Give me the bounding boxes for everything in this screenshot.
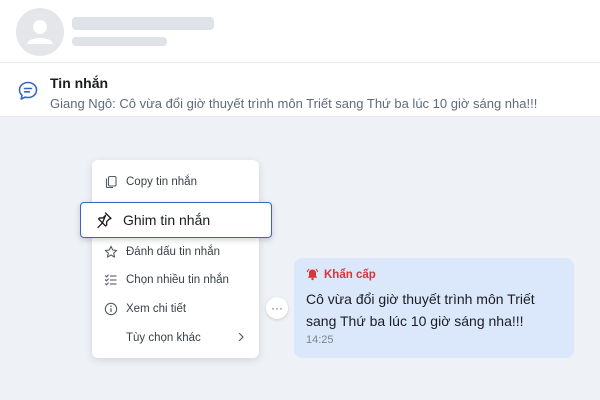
chat-header <box>0 0 600 63</box>
menu-item-select-multiple[interactable]: Chọn nhiều tin nhắn <box>92 268 259 292</box>
message-more-button[interactable]: ··· <box>266 297 288 319</box>
menu-item-more-options[interactable]: Tùy chọn khác <box>92 326 259 350</box>
menu-item-label: Tùy chọn khác <box>126 332 201 344</box>
menu-item-pin[interactable]: Ghim tin nhắn <box>80 202 272 238</box>
copy-icon <box>105 175 117 189</box>
menu-item-mark[interactable]: Đánh dấu tin nhắn <box>92 240 259 264</box>
more-dots-icon: ··· <box>271 301 283 315</box>
pin-icon <box>97 212 112 229</box>
alarm-bell-icon <box>306 268 319 281</box>
menu-item-copy[interactable]: Copy tin nhắn <box>92 170 259 194</box>
menu-item-view-details[interactable]: Xem chi tiết <box>92 297 259 321</box>
menu-item-label: Copy tin nhắn <box>126 176 197 188</box>
chevron-right-icon <box>238 332 244 342</box>
menu-item-label: Đánh dấu tin nhắn <box>126 246 220 258</box>
contact-name-placeholder <box>72 17 214 30</box>
user-placeholder-icon <box>27 20 53 44</box>
avatar[interactable] <box>16 8 64 56</box>
chat-bubble-icon <box>18 81 38 100</box>
menu-item-label: Xem chi tiết <box>126 303 187 315</box>
message-text: Cô vừa đổi giờ thuyết trình môn Triết sa… <box>306 291 535 329</box>
message-timestamp: 14:25 <box>306 334 334 346</box>
info-icon <box>104 302 118 316</box>
star-icon <box>104 245 118 258</box>
banner-title: Tin nhắn <box>50 75 109 91</box>
urgent-label: Khẩn cấp <box>324 268 376 281</box>
banner-message-preview[interactable]: Giang Ngô: Cô vừa đổi giờ thuyết trình m… <box>50 96 537 111</box>
checklist-icon <box>104 274 117 286</box>
menu-item-label: Ghim tin nhắn <box>123 212 211 228</box>
contact-status-placeholder <box>72 37 167 46</box>
urgent-tag: Khẩn cấp <box>306 268 376 281</box>
menu-item-label: Chọn nhiều tin nhắn <box>126 274 229 286</box>
